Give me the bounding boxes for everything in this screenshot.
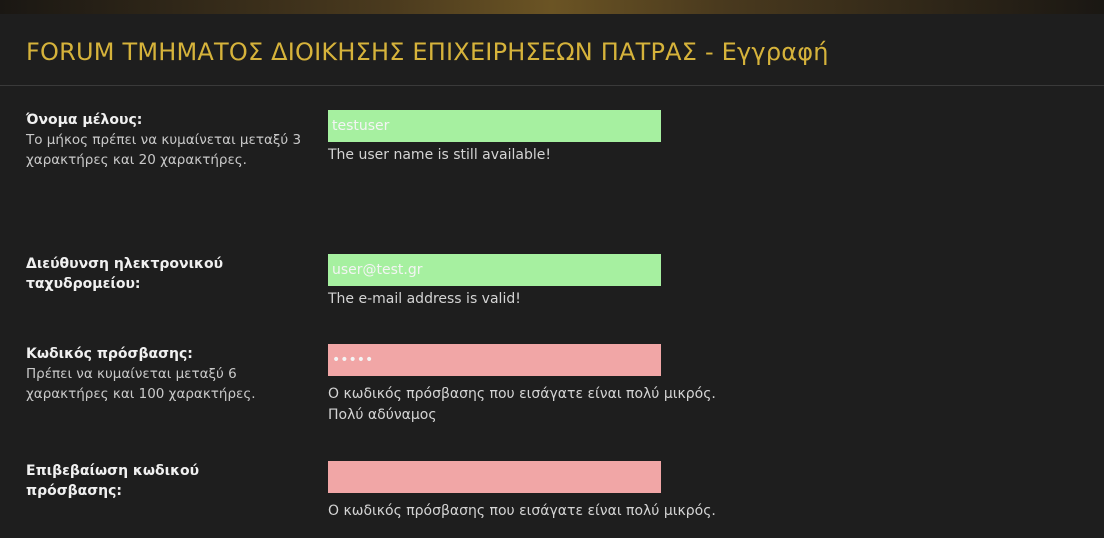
confirm-password-field-wrap: Ο κωδικός πρόσβασης που εισάγατε είναι π…	[328, 461, 716, 522]
username-label: Όνομα μέλους:	[26, 112, 143, 128]
password-length-error: Ο κωδικός πρόσβασης που εισάγατε είναι π…	[328, 386, 716, 402]
password-label: Κωδικός πρόσβασης:	[26, 346, 193, 362]
confirm-password-input[interactable]	[328, 461, 661, 493]
username-field-wrap: The user name is still available!	[328, 110, 661, 166]
email-status-message: The e-mail address is valid!	[328, 291, 521, 307]
page-header: FORUM ΤΜΗΜΑΤΟΣ ΔΙΟΙΚΗΣΗΣ ΕΠΙΧΕΙΡΗΣΕΩΝ ΠΑ…	[0, 14, 1104, 86]
email-field-wrap: The e-mail address is valid!	[328, 254, 661, 310]
password-description: Πρέπει να κυμαίνεται μεταξύ 6 χαρακτήρες…	[26, 366, 256, 402]
email-label: Διεύθυνση ηλεκτρονικού ταχυδρομείου:	[26, 256, 224, 292]
username-description: Το μήκος πρέπει να κυμαίνεται μεταξύ 3 χ…	[26, 132, 302, 168]
email-label-block: Διεύθυνση ηλεκτρονικού ταχυδρομείου:	[26, 254, 226, 294]
password-field-wrap: Ο κωδικός πρόσβασης που εισάγατε είναι π…	[328, 344, 716, 426]
page-title: FORUM ΤΜΗΜΑΤΟΣ ΔΙΟΙΚΗΣΗΣ ΕΠΙΧΕΙΡΗΣΕΩΝ ΠΑ…	[26, 38, 829, 66]
confirm-password-status-message: Ο κωδικός πρόσβασης που εισάγατε είναι π…	[328, 503, 716, 519]
email-input[interactable]	[328, 254, 661, 286]
top-decorative-bar	[0, 0, 1104, 14]
password-strength-indicator: Πολύ αδύναμος	[328, 407, 437, 423]
password-status-message: Ο κωδικός πρόσβασης που εισάγατε είναι π…	[328, 384, 716, 426]
username-input[interactable]	[328, 110, 661, 142]
confirm-password-label-block: Επιβεβαίωση κωδικού πρόσβασης:	[26, 461, 246, 501]
username-label-block: Όνομα μέλους: Το μήκος πρέπει να κυμαίνε…	[26, 110, 311, 170]
username-status-message: The user name is still available!	[328, 147, 551, 163]
password-input[interactable]	[328, 344, 661, 376]
confirm-password-label: Επιβεβαίωση κωδικού πρόσβασης:	[26, 463, 200, 499]
password-label-block: Κωδικός πρόσβασης: Πρέπει να κυμαίνεται …	[26, 344, 311, 404]
